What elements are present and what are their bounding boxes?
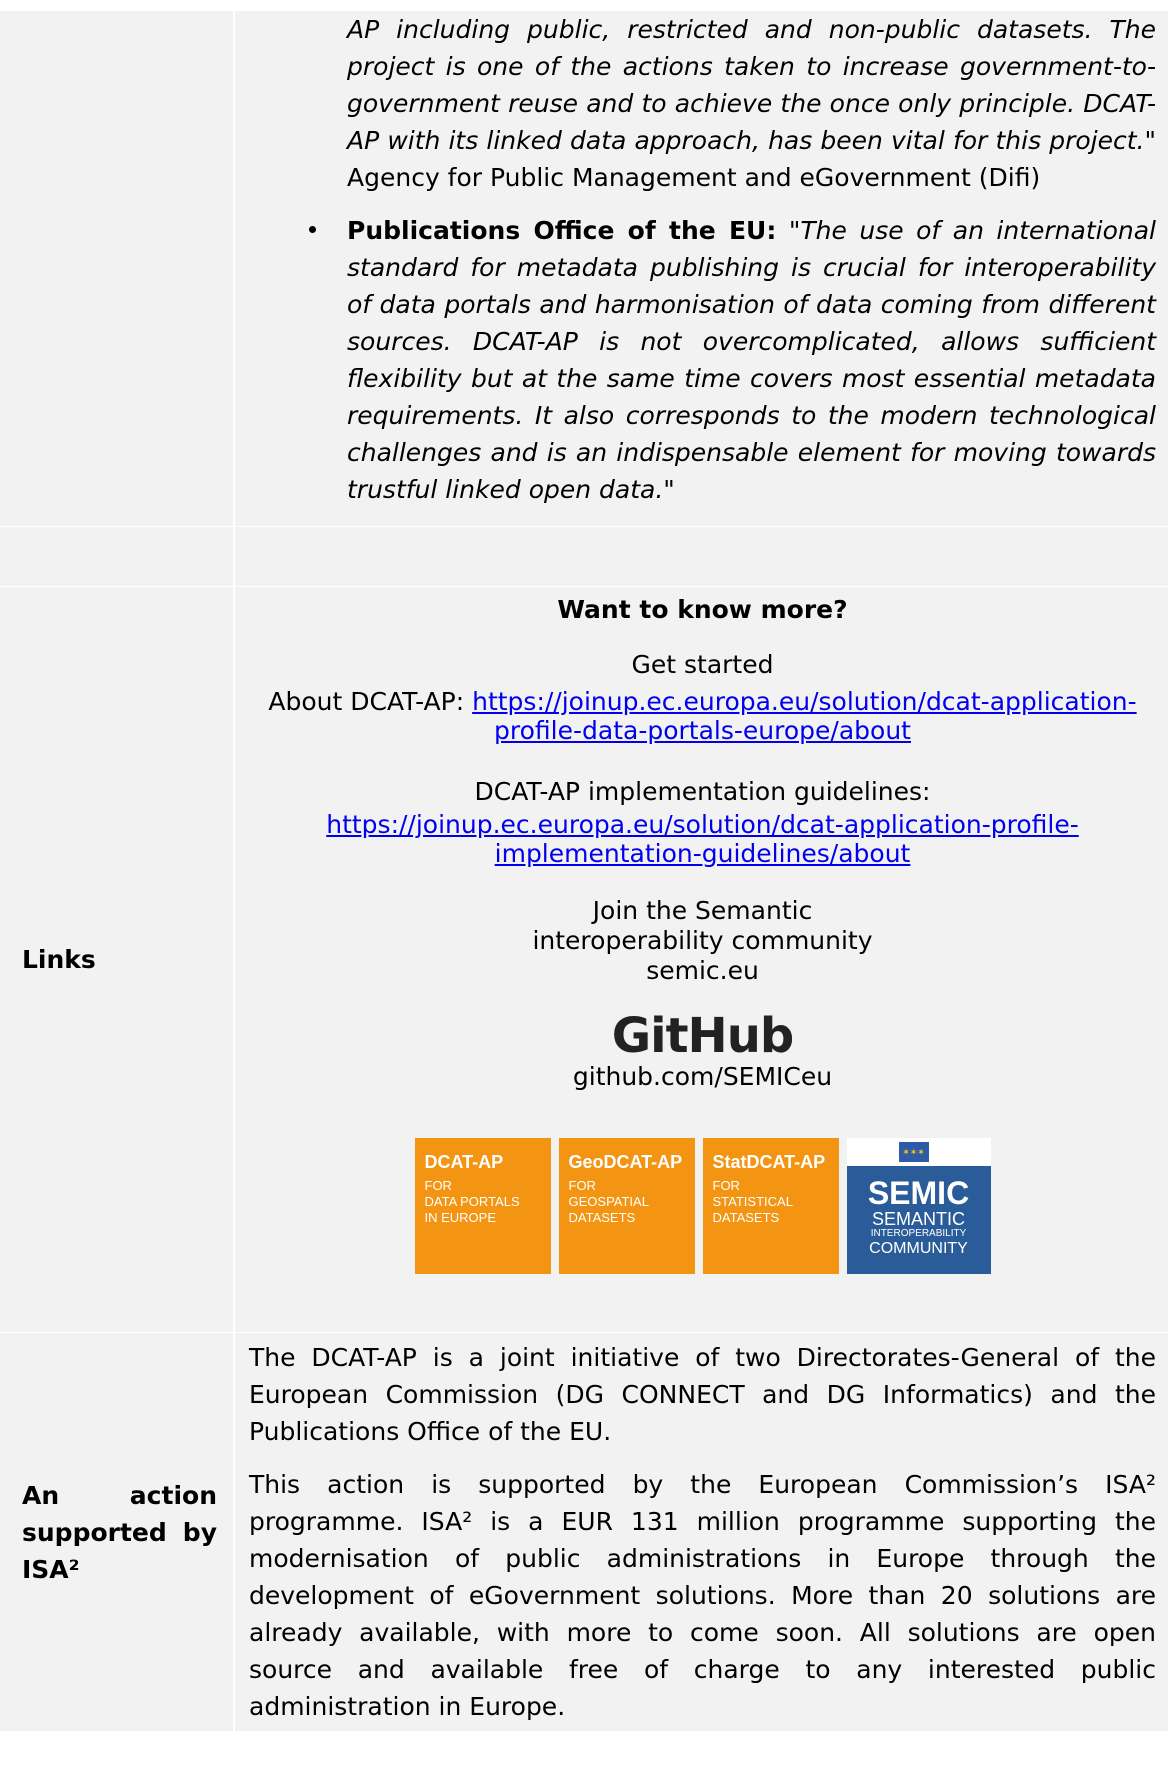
join-line-2: interoperability community: [532, 926, 873, 955]
links-cell: Want to know more? Get started About DCA…: [234, 586, 1168, 1333]
guidelines-link[interactable]: https://joinup.ec.europa.eu/solution/dca…: [326, 810, 1079, 868]
dcat-ap-tile[interactable]: DCAT-AP FOR DATA PORTALS IN EUROPE: [414, 1138, 551, 1274]
tile-sub: DATASETS: [568, 1210, 636, 1225]
tile-sub: IN EUROPE: [424, 1210, 497, 1225]
isa-paragraph-2: This action is supported by the European…: [249, 1470, 1156, 1721]
tile-title: StatDCAT-AP: [712, 1152, 826, 1172]
semic-tile[interactable]: ✶✶✶ SEMIC SEMANTIC INTEROPERABILITY COMM…: [846, 1138, 991, 1274]
statdcat-ap-tile[interactable]: StatDCAT-AP FOR STATISTICAL DATASETS: [702, 1138, 839, 1274]
quote-org: Publications Office of the EU:: [347, 216, 777, 245]
quote-source: Agency for Public Management and eGovern…: [347, 163, 1041, 192]
tile-sub: STATISTICAL: [712, 1194, 793, 1209]
list-item: Publications Office of the EU: "The use …: [249, 212, 1156, 508]
geodcat-ap-tile[interactable]: GeoDCAT-AP FOR GEOSPATIAL DATASETS: [558, 1138, 695, 1274]
quotes-row: AP including public, restricted and non-…: [0, 10, 1168, 527]
semic-line: COMMUNITY: [869, 1240, 968, 1257]
github-url[interactable]: github.com/SEMICeu: [249, 1062, 1156, 1092]
quotes-label-cell: [0, 10, 235, 527]
guidelines-label: DCAT-AP implementation guidelines:: [474, 777, 931, 806]
about-prefix: About DCAT-AP:: [268, 687, 473, 716]
isa-row: An action supported by ISA² The DCAT-AP …: [0, 1332, 1168, 1732]
about-line: About DCAT-AP: https://joinup.ec.europa.…: [249, 687, 1156, 745]
empty-content-cell: [234, 526, 1168, 587]
isa-label: An action supported by ISA²: [0, 1332, 235, 1732]
semic-line: INTEROPERABILITY: [870, 1228, 967, 1239]
about-link[interactable]: https://joinup.ec.europa.eu/solution/dca…: [472, 687, 1137, 745]
semic-line: SEMANTIC: [871, 1209, 965, 1229]
quote-continuation: AP including public, restricted and non-…: [347, 15, 1156, 192]
isa-label-text: An action supported by ISA²: [22, 1480, 217, 1584]
tile-sub: GEOSPATIAL: [568, 1194, 649, 1209]
join-line-1: Join the Semantic: [592, 896, 813, 925]
logo-tiles: DCAT-AP FOR DATA PORTALS IN EUROPE GeoDC…: [249, 1138, 1156, 1274]
isa-cell: The DCAT-AP is a joint initiative of two…: [234, 1332, 1168, 1732]
info-table: AP including public, restricted and non-…: [0, 10, 1168, 1732]
links-row: Links Want to know more? Get started Abo…: [0, 586, 1168, 1333]
tile-sub: DATASETS: [712, 1210, 780, 1225]
tile-sub: FOR: [568, 1178, 596, 1193]
links-heading: Want to know more?: [557, 595, 848, 624]
empty-row: [0, 526, 1168, 587]
isa-paragraph-1: The DCAT-AP is a joint initiative of two…: [249, 1343, 1156, 1446]
semic-name: SEMIC: [867, 1175, 970, 1211]
tile-sub: FOR: [424, 1178, 452, 1193]
tile-title: GeoDCAT-AP: [568, 1152, 683, 1172]
links-label: Links: [0, 586, 235, 1333]
github-logo[interactable]: GitHub: [249, 1010, 1156, 1062]
tile-title: DCAT-AP: [424, 1152, 504, 1172]
tile-sub: FOR: [712, 1178, 740, 1193]
eu-flag-icon: ✶✶✶: [898, 1142, 929, 1162]
quotes-cell: AP including public, restricted and non-…: [234, 10, 1168, 527]
tile-sub: DATA PORTALS: [424, 1194, 520, 1209]
get-started-text: Get started: [631, 650, 774, 679]
quote-text: "The use of an international standard fo…: [347, 216, 1156, 504]
guidelines-line: https://joinup.ec.europa.eu/solution/dca…: [249, 810, 1156, 868]
join-line-3: semic.eu: [646, 956, 759, 985]
quote-list: Publications Office of the EU: "The use …: [249, 212, 1156, 508]
empty-label-cell: [0, 526, 235, 587]
bullet-icon: [309, 226, 316, 233]
